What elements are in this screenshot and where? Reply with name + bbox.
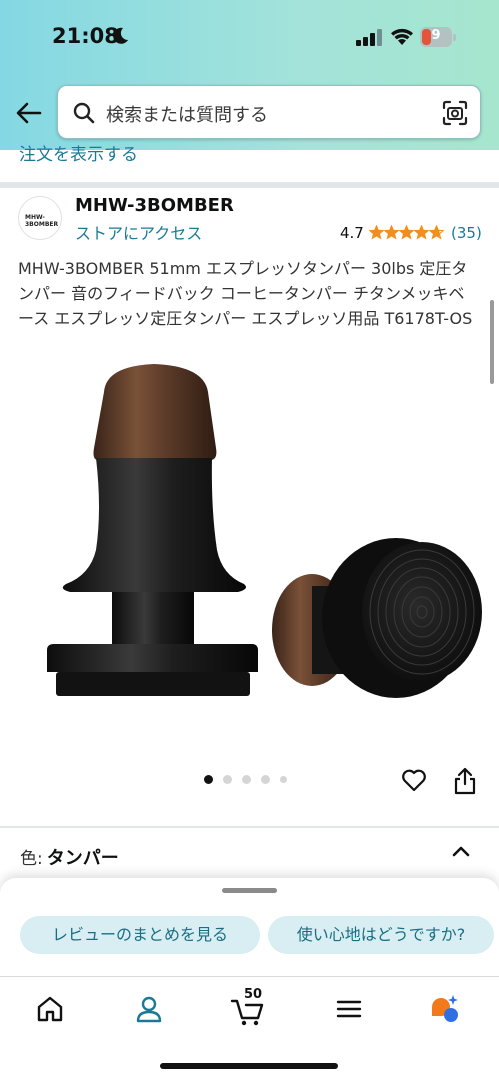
rufus-assistant-icon[interactable] <box>428 993 460 1025</box>
star-icon <box>369 225 384 240</box>
search-input[interactable]: 検索または質問する <box>106 101 268 127</box>
menu-icon[interactable] <box>333 993 365 1025</box>
star-icon <box>414 225 429 240</box>
carousel-dot[interactable] <box>261 775 270 784</box>
review-count-link[interactable]: (35) <box>451 224 482 242</box>
home-indicator <box>160 1063 338 1069</box>
brand-logo[interactable]: MHW-3BOMBER <box>18 196 62 240</box>
section-divider <box>0 826 499 828</box>
wifi-icon <box>391 28 413 45</box>
star-icon <box>429 225 444 240</box>
search-icon <box>73 102 95 124</box>
heart-icon[interactable] <box>400 766 428 794</box>
brand-logo-text: MHW-3BOMBER <box>25 214 59 228</box>
home-icon[interactable] <box>34 993 66 1025</box>
star-icon <box>399 225 414 240</box>
status-time: 21:08 <box>52 24 119 48</box>
page-scrollbar[interactable] <box>490 300 494 384</box>
sheet-drag-handle[interactable] <box>222 888 277 893</box>
variation-label: 色: <box>20 849 43 869</box>
carousel-dot[interactable] <box>280 776 287 783</box>
camera-scan-icon[interactable] <box>442 100 468 126</box>
variation-value: タンパー <box>46 848 119 869</box>
signal-icon <box>356 29 382 46</box>
section-divider <box>0 182 499 188</box>
moon-icon <box>113 27 128 44</box>
carousel-dot[interactable] <box>242 775 251 784</box>
cart-count: 50 <box>244 987 263 1002</box>
review-summary-chip[interactable]: レビューのまとめを見る <box>20 916 260 954</box>
visit-store-link[interactable]: ストアにアクセス <box>75 220 202 244</box>
carousel-dot[interactable] <box>204 775 213 784</box>
back-arrow-icon[interactable] <box>14 98 44 128</box>
status-bar: 21:08 9 <box>0 0 499 75</box>
brand-name: MHW-3BOMBER <box>75 195 234 216</box>
rating-value: 4.7 <box>340 224 364 242</box>
account-icon[interactable] <box>133 993 165 1025</box>
view-orders-link[interactable]: 注文を表示する <box>19 144 138 162</box>
battery-level: 9 <box>431 28 441 43</box>
image-carousel-indicator[interactable] <box>204 775 287 784</box>
search-bar[interactable]: 検索または質問する <box>57 85 481 139</box>
star-rating[interactable] <box>369 225 444 240</box>
chevron-up-icon[interactable] <box>450 840 472 862</box>
bottom-sheet: レビューのまとめを見る 使い心地はどうですか? <box>0 878 499 978</box>
star-icon <box>384 225 399 240</box>
variation-selector[interactable]: 色: タンパー <box>20 844 119 870</box>
product-image[interactable] <box>14 360 484 725</box>
product-title: MHW-3BOMBER 51mm エスプレッソタンパー 30lbs 定圧タンパー… <box>18 259 473 328</box>
share-icon[interactable] <box>452 766 478 796</box>
battery-indicator: 9 <box>420 27 456 47</box>
carousel-dot[interactable] <box>223 775 232 784</box>
usability-question-chip[interactable]: 使い心地はどうですか? <box>268 916 494 954</box>
